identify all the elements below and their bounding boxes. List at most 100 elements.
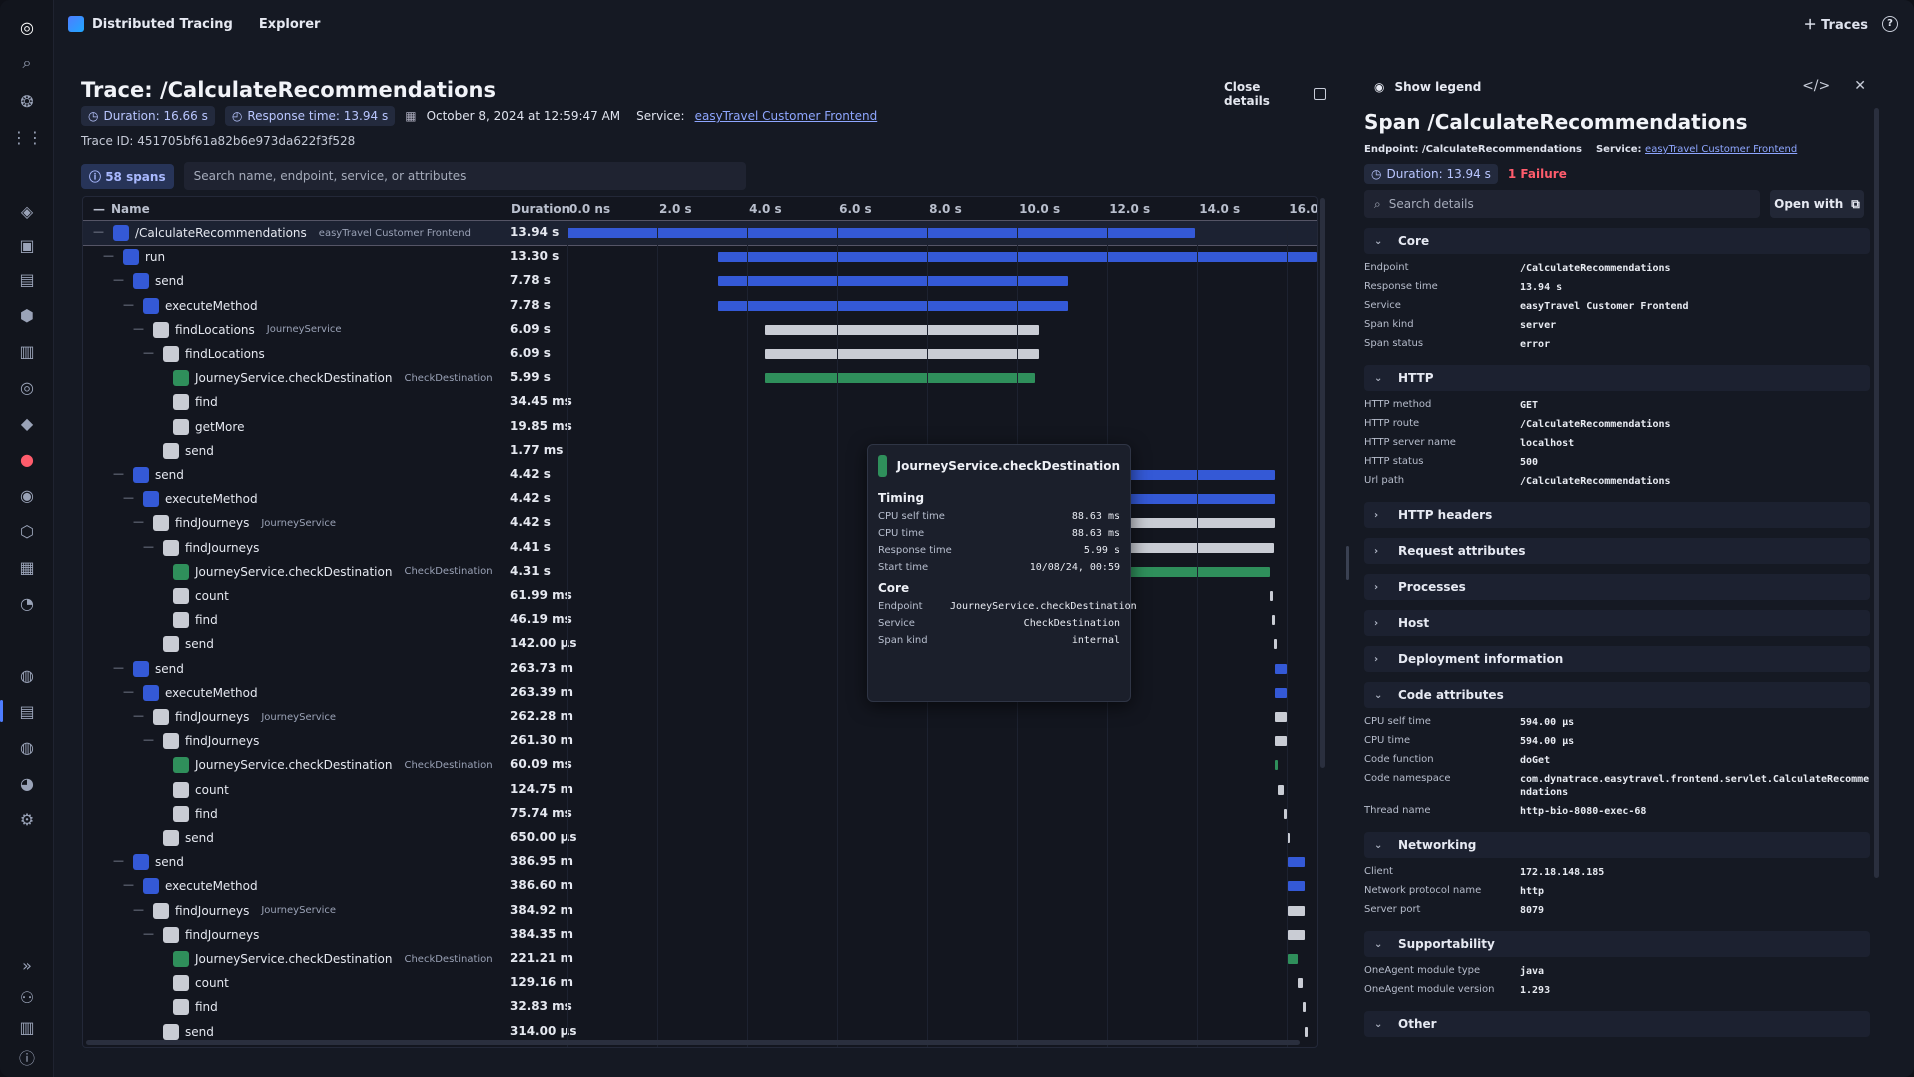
table-row[interactable]: — send 7.78 s [83,269,1317,293]
span-bar[interactable] [765,373,1035,384]
details-search-input[interactable]: ⌕ Search details [1364,190,1760,218]
table-row[interactable]: — executeMethod 386.60 m [83,874,1317,898]
span-search-input[interactable]: Search name, endpoint, service, or attri… [183,162,746,190]
kubernetes-icon[interactable]: ⬢ [16,304,38,326]
record-icon[interactable]: ◉ [16,484,38,506]
clock-icon[interactable]: ◔ [16,592,38,614]
span-bar[interactable] [1304,1026,1308,1037]
span-bar[interactable] [1278,784,1284,795]
collapse-toggle[interactable]: — [123,878,134,891]
span-bar[interactable] [718,276,1069,287]
chart-icon[interactable]: ▣ [16,234,38,256]
span-bar[interactable] [1287,929,1305,940]
collapse-toggle[interactable]: — [133,322,144,335]
span-bar[interactable] [567,228,1195,238]
table-row[interactable]: — findJourneys 4.41 s [83,536,1317,560]
open-with-button[interactable]: Open with ⧉ [1770,190,1864,218]
table-row[interactable]: JourneyService.checkDestination CheckDest… [83,366,1317,390]
table-row[interactable]: — findLocations 6.09 s [83,342,1317,366]
close-details-button[interactable]: Close details [1224,80,1326,108]
span-bar[interactable] [1275,760,1279,771]
settings-icon[interactable]: ⚙ [16,808,38,830]
service-link[interactable]: easyTravel Customer Frontend [695,109,878,123]
tracing-icon[interactable]: ▤ [16,700,38,722]
collapse-toggle[interactable]: — [143,346,154,359]
collapse-toggle[interactable]: — [113,661,124,674]
table-row[interactable]: — findJourneys 261.30 m [83,729,1317,753]
table-row[interactable]: — findLocations JourneyService 6.09 s [83,318,1317,342]
table-row[interactable]: — findJourneys JourneyService 4.42 s [83,511,1317,535]
span-bar[interactable] [1275,712,1287,722]
table-horizontal-scrollbar[interactable] [86,1040,1300,1045]
collapse-toggle[interactable]: — [113,467,124,480]
span-bar[interactable] [765,349,1040,359]
table-vertical-scrollbar[interactable] [1320,198,1325,768]
span-bar[interactable] [1303,1002,1307,1013]
table-row[interactable]: — send 263.73 m [83,657,1317,681]
collapse-toggle[interactable]: — [143,927,154,940]
panel-service-link[interactable]: easyTravel Customer Frontend [1645,144,1797,155]
span-bar[interactable] [1275,663,1287,674]
collapse-toggle[interactable]: — [103,249,114,262]
collapse-all-icon[interactable]: — [93,202,105,216]
section-deployment-information[interactable]: › Deployment information [1364,646,1870,672]
table-row[interactable]: send 1.77 ms [83,439,1317,463]
col-name-header[interactable]: Name [111,202,150,216]
help-icon[interactable]: ? [1882,15,1898,32]
collapse-toggle[interactable]: — [123,491,134,504]
table-row[interactable]: getMore 19.85 ms [83,415,1317,439]
span-bar[interactable] [1287,954,1298,964]
section-code-attributes[interactable]: ⌄ Code attributes [1364,682,1870,708]
account-icon[interactable]: ▥ [16,1016,38,1038]
section-other[interactable]: ⌄ Other [1364,1011,1870,1037]
collapse-toggle[interactable]: — [133,515,144,528]
span-bar[interactable] [718,300,1069,311]
failure-badge[interactable]: 1 Failure [1508,167,1567,181]
collapse-toggle[interactable]: — [93,225,104,238]
table-row[interactable]: — /CalculateRecommendations easyTravel Cus… [83,220,1317,246]
shield-icon[interactable]: ◆ [16,412,38,434]
span-bar[interactable] [1275,687,1287,698]
section-http-headers[interactable]: › HTTP headers [1364,502,1870,528]
section-http[interactable]: ⌄ HTTP [1364,365,1870,391]
dynatrace-logo-icon[interactable]: ◎ [16,16,38,38]
collapse-toggle[interactable]: — [113,854,124,867]
collapse-toggle[interactable]: — [133,903,144,916]
traces-button[interactable]: ＋ Traces [1804,14,1868,33]
span-bar[interactable] [1287,881,1306,892]
ai-icon[interactable]: ❂ [16,90,38,112]
table-row[interactable]: — executeMethod 4.42 s [83,487,1317,511]
section-request-attributes[interactable]: › Request attributes [1364,538,1870,564]
table-row[interactable]: — executeMethod 7.78 s [83,294,1317,318]
span-bar[interactable] [1275,736,1287,747]
collapse-toggle[interactable]: — [143,540,154,553]
span-bar[interactable] [1287,905,1306,916]
apps-grid-icon[interactable]: ⋮⋮ [11,126,43,148]
help-icon[interactable]: ⚇ [16,986,38,1008]
table-row[interactable]: — findJourneys JourneyService 384.92 m [83,899,1317,923]
expand-icon[interactable]: » [16,954,38,976]
table-row[interactable]: JourneyService.checkDestination CheckDest… [83,560,1317,584]
monitor-icon[interactable]: ▥ [16,340,38,362]
spans-count-badge[interactable]: ⓘ 58 spans [81,163,174,189]
collapse-toggle[interactable]: — [143,733,154,746]
notebook-icon[interactable]: ◕ [16,772,38,794]
tab-explorer[interactable]: Explorer [259,17,321,32]
span-bar[interactable] [1270,591,1274,601]
table-row[interactable]: — send 386.95 m [83,850,1317,874]
globe-icon[interactable]: ◍ [16,664,38,686]
panel-resize-handle[interactable] [1346,546,1349,580]
database-icon[interactable]: ▦ [16,556,38,578]
table-row[interactable]: — send 4.42 s [83,463,1317,487]
alert-icon[interactable]: ● [16,448,38,470]
table-row[interactable]: find 75.74 ms [83,802,1317,826]
glasses-icon[interactable]: ◎ [16,376,38,398]
code-icon[interactable]: </> [1802,78,1830,94]
info-icon[interactable]: ⓘ [16,1046,38,1068]
span-bar[interactable] [1297,978,1304,989]
app-title[interactable]: Distributed Tracing [68,16,233,32]
table-row[interactable]: send 650.00 µs [83,826,1317,850]
cube-icon[interactable]: ◈ [16,200,38,222]
table-row[interactable]: — findJourneys 384.35 m [83,923,1317,947]
collapse-toggle[interactable]: — [113,273,124,286]
